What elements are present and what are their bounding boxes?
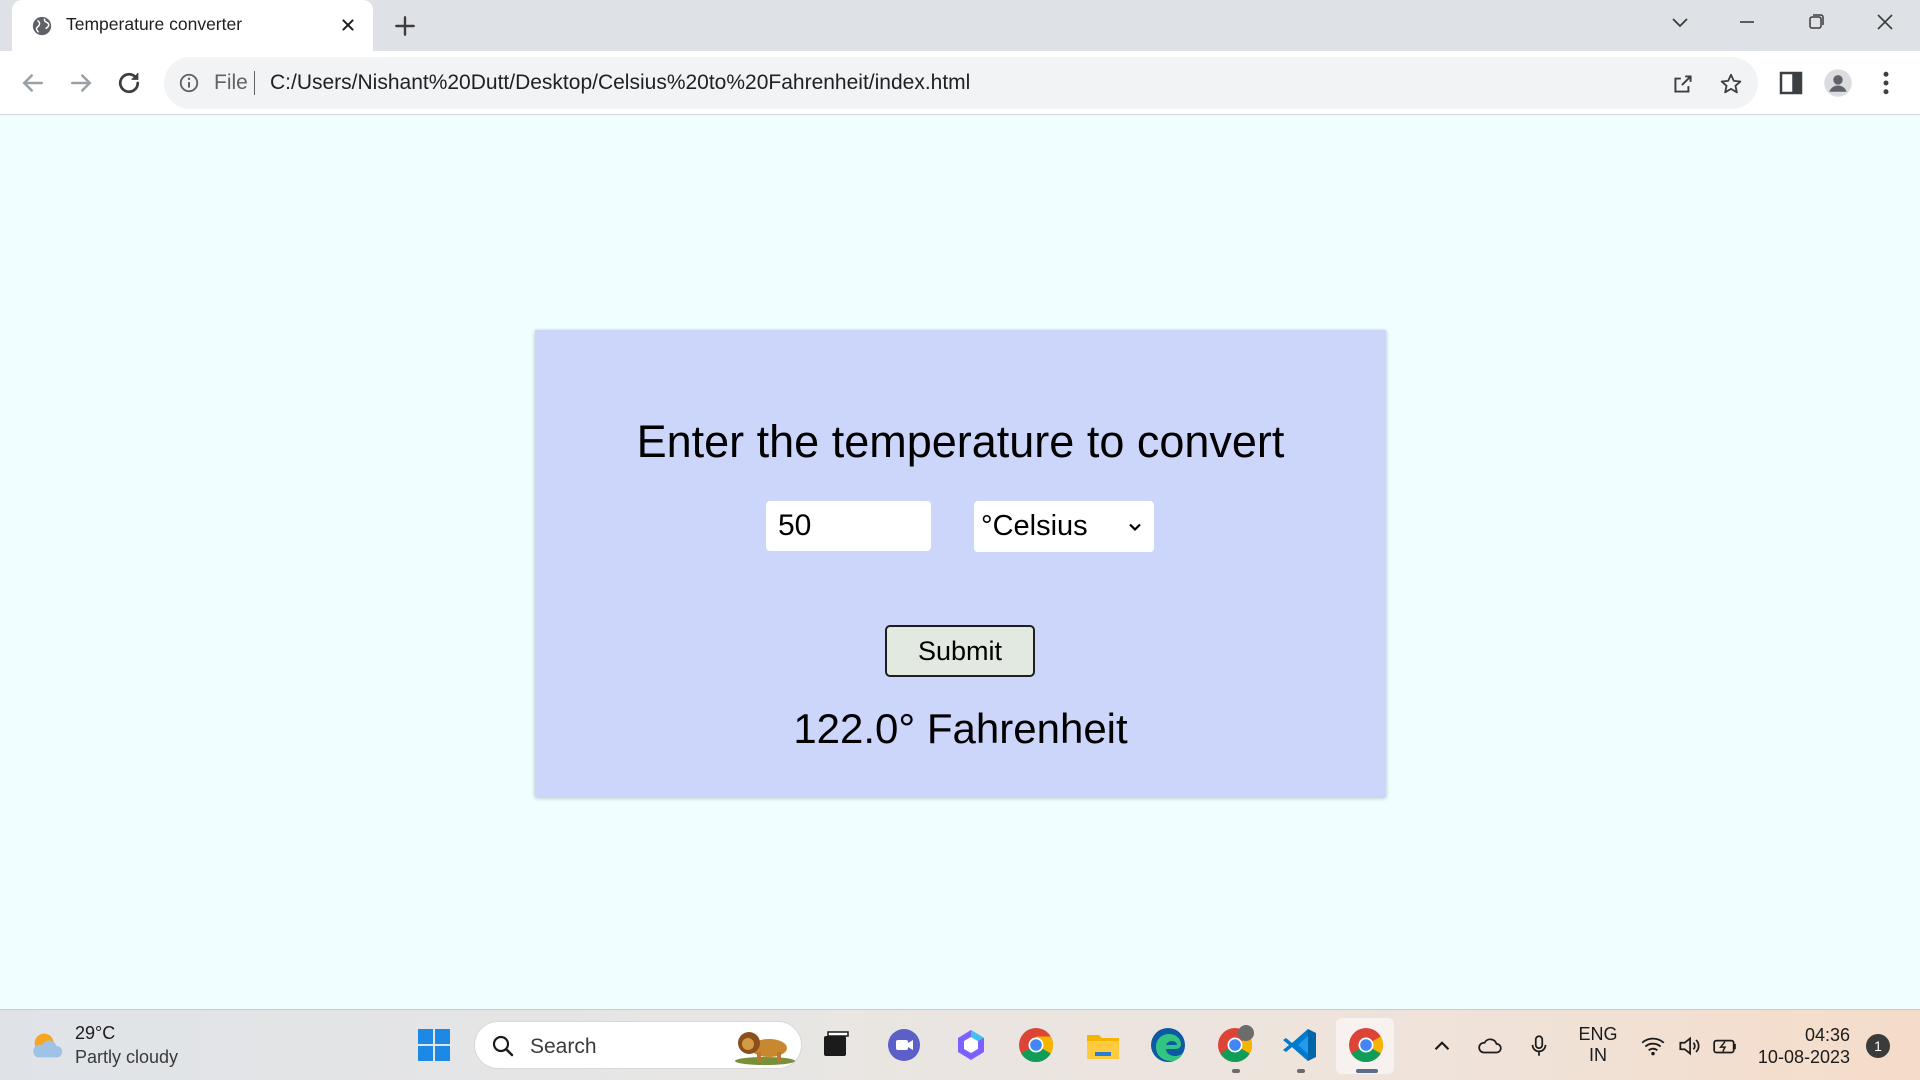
clock-date: 10-08-2023	[1757, 1047, 1850, 1067]
unit-select[interactable]: °Celsius	[974, 501, 1154, 552]
teams-meet-icon[interactable]	[884, 1025, 924, 1065]
chrome-active-icon[interactable]	[1346, 1025, 1386, 1065]
back-icon[interactable]	[18, 68, 48, 98]
language-code: ENG	[1578, 1024, 1618, 1044]
address-bar[interactable]: File C:/Users/Nishant%20Dutt/Desktop/Cel…	[164, 57, 1758, 109]
running-indicator	[1297, 1069, 1305, 1073]
submit-button[interactable]: Submit	[885, 625, 1035, 677]
file-explorer-icon[interactable]	[1083, 1025, 1123, 1065]
edge-icon[interactable]	[1148, 1025, 1188, 1065]
browser-toolbar: File C:/Users/Nishant%20Dutt/Desktop/Cel…	[0, 51, 1920, 115]
tab-search-chevron-icon[interactable]	[1660, 8, 1700, 38]
conversion-result: 122.0° Fahrenheit	[793, 705, 1128, 752]
region-code: IN	[1589, 1045, 1607, 1065]
volume-icon[interactable]	[1676, 1033, 1702, 1059]
forward-icon[interactable]	[66, 68, 96, 98]
page-heading: Enter the temperature to convert	[636, 416, 1285, 467]
more-menu-icon[interactable]	[1871, 68, 1901, 98]
new-tab-icon[interactable]	[392, 13, 418, 39]
url-text[interactable]: C:/Users/Nishant%20Dutt/Desktop/Celsius%…	[270, 71, 970, 95]
chevron-down-icon	[1129, 523, 1141, 532]
running-indicator	[1232, 1069, 1240, 1073]
show-hidden-icons-chevron-up-icon[interactable]	[1429, 1033, 1455, 1059]
site-info-icon[interactable]	[178, 72, 200, 94]
close-window-icon[interactable]	[1865, 8, 1905, 38]
globe-icon	[32, 16, 52, 36]
url-separator	[254, 71, 255, 95]
microphone-icon[interactable]	[1526, 1033, 1552, 1059]
chrome-icon[interactable]	[1016, 1025, 1056, 1065]
search-highlight-lion-icon	[735, 1032, 795, 1065]
partly-cloudy-icon[interactable]	[28, 1027, 66, 1065]
tab-strip: Temperature converter	[0, 0, 1920, 51]
start-icon[interactable]	[414, 1025, 454, 1065]
active-indicator	[1356, 1069, 1378, 1073]
clock-time: 04:36	[1804, 1025, 1850, 1045]
taskbar-search-box[interactable]: Search	[474, 1021, 802, 1069]
onedrive-cloud-icon[interactable]	[1477, 1033, 1503, 1059]
bookmark-star-icon[interactable]	[1718, 71, 1744, 97]
tab-temperature-converter[interactable]: Temperature converter	[12, 0, 373, 51]
temperature-input[interactable]	[766, 501, 931, 551]
profile-avatar-icon[interactable]	[1823, 68, 1853, 98]
url-scheme-label: File	[214, 71, 248, 94]
notification-badge[interactable]: 1	[1866, 1034, 1890, 1058]
copilot-icon[interactable]	[951, 1025, 991, 1065]
input-language-indicator[interactable]: ENG IN	[1578, 1024, 1618, 1066]
windows-taskbar: 29°C Partly cloudy Search ENG IN 04:36 1…	[0, 1009, 1920, 1080]
search-icon	[492, 1035, 514, 1057]
weather-description[interactable]: Partly cloudy	[75, 1047, 178, 1068]
reload-icon[interactable]	[114, 68, 144, 98]
vscode-icon[interactable]	[1280, 1025, 1320, 1065]
share-icon[interactable]	[1670, 71, 1696, 97]
search-placeholder: Search	[530, 1035, 597, 1058]
converter-card: Enter the temperature to convert °Celsiu…	[535, 330, 1386, 797]
weather-temperature[interactable]: 29°C	[75, 1023, 115, 1044]
side-panel-icon[interactable]	[1776, 68, 1806, 98]
tab-title: Temperature converter	[66, 14, 243, 34]
wifi-icon[interactable]	[1640, 1033, 1666, 1059]
chrome-profile-icon[interactable]	[1215, 1025, 1255, 1065]
task-view-icon[interactable]	[815, 1025, 855, 1065]
minimize-icon[interactable]	[1727, 8, 1767, 38]
restore-icon[interactable]	[1796, 8, 1836, 38]
close-tab-icon[interactable]	[337, 14, 359, 36]
unit-select-value: °Celsius	[981, 510, 1088, 542]
page-viewport: Enter the temperature to convert °Celsiu…	[0, 116, 1920, 1009]
system-clock[interactable]: 04:36 10-08-2023	[1756, 1024, 1850, 1068]
battery-charging-icon[interactable]	[1712, 1033, 1738, 1059]
